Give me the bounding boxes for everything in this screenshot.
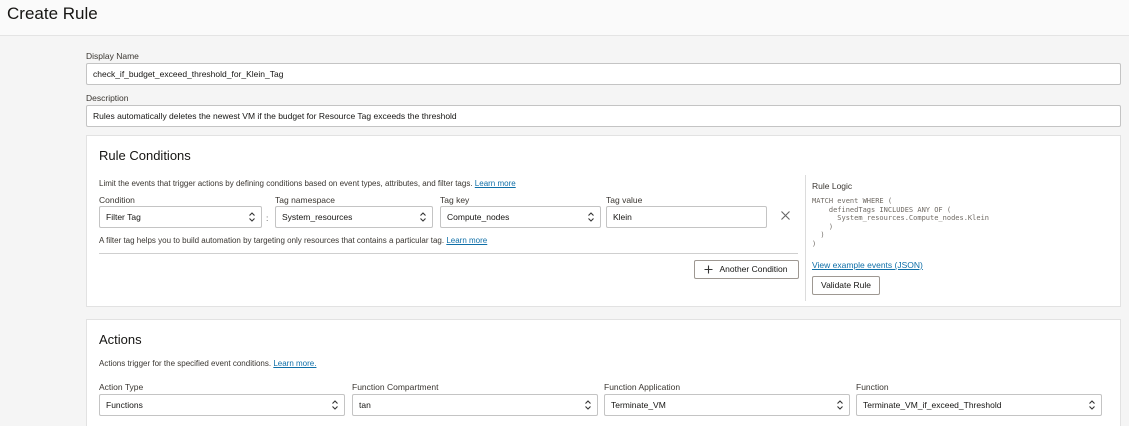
rule-logic-line: ): [812, 231, 825, 239]
actions-help: Actions trigger for the specified event …: [99, 359, 316, 368]
another-condition-button[interactable]: Another Condition: [694, 260, 799, 279]
tag-namespace-select[interactable]: System_resources: [275, 206, 433, 228]
rule-logic-line: System_resources.Compute_nodes.Klein: [812, 214, 990, 222]
another-condition-label: Another Condition: [719, 264, 788, 274]
tag-namespace-label: Tag namespace: [275, 195, 336, 205]
display-name-label: Display Name: [86, 51, 139, 61]
condition-select[interactable]: Filter Tag: [99, 206, 262, 228]
view-example-events-link[interactable]: View example events (JSON): [812, 260, 923, 270]
description-input[interactable]: Rules automatically deletes the newest V…: [86, 105, 1121, 127]
page-header: Create Rule: [0, 0, 1129, 36]
action-type-value: Functions: [106, 400, 143, 410]
function-value: Terminate_VM_if_exceed_Threshold: [863, 400, 1002, 410]
tag-value-label: Tag value: [606, 195, 643, 205]
chevron-up-down-icon: [585, 400, 591, 410]
tag-key-value: Compute_nodes: [447, 212, 510, 222]
conditions-divider: [99, 253, 798, 254]
tag-separator: :: [266, 213, 269, 223]
function-application-label: Function Application: [604, 382, 681, 392]
filter-tag-help: A filter tag helps you to build automati…: [99, 236, 487, 245]
chevron-up-down-icon: [588, 212, 594, 222]
condition-label: Condition: [99, 195, 135, 205]
tag-key-label: Tag key: [440, 195, 470, 205]
page-title: Create Rule: [7, 4, 98, 23]
actions-title: Actions: [99, 332, 142, 347]
chevron-up-down-icon: [837, 400, 843, 410]
condition-select-value: Filter Tag: [106, 212, 141, 222]
rule-conditions-panel: Rule Conditions Limit the events that tr…: [86, 135, 1121, 307]
validate-rule-button[interactable]: Validate Rule: [812, 276, 880, 295]
chevron-up-down-icon: [249, 212, 255, 222]
function-compartment-label: Function Compartment: [352, 382, 439, 392]
close-icon[interactable]: [780, 210, 791, 221]
filter-tag-help-text: A filter tag helps you to build automati…: [99, 236, 445, 245]
rule-conditions-help: Limit the events that trigger actions by…: [99, 179, 516, 188]
rule-conditions-help-text: Limit the events that trigger actions by…: [99, 179, 473, 188]
rule-logic-code: MATCH event WHERE ( definedTags INCLUDES…: [812, 197, 989, 248]
display-name-input[interactable]: check_if_budget_exceed_threshold_for_Kle…: [86, 63, 1121, 85]
actions-learn-more-link[interactable]: Learn more.: [273, 359, 316, 368]
rule-logic-divider: [805, 175, 806, 301]
chevron-up-down-icon: [1089, 400, 1095, 410]
function-select[interactable]: Terminate_VM_if_exceed_Threshold: [856, 394, 1102, 416]
chevron-up-down-icon: [332, 400, 338, 410]
function-label: Function: [856, 382, 889, 392]
rule-conditions-learn-more-link[interactable]: Learn more: [475, 179, 516, 188]
plus-icon: [704, 265, 713, 274]
actions-panel: Actions Actions trigger for the specifie…: [86, 319, 1121, 426]
action-type-select[interactable]: Functions: [99, 394, 345, 416]
actions-help-text: Actions trigger for the specified event …: [99, 359, 272, 368]
tag-namespace-value: System_resources: [282, 212, 353, 222]
rule-logic-line: ): [812, 239, 817, 248]
rule-logic-line: ): [812, 222, 834, 231]
function-application-value: Terminate_VM: [611, 400, 666, 410]
rule-logic-line: MATCH event WHERE (: [812, 197, 893, 205]
rule-logic-title: Rule Logic: [812, 181, 853, 191]
filter-tag-learn-more-link[interactable]: Learn more: [446, 236, 487, 245]
description-label: Description: [86, 93, 129, 103]
rule-logic-line: definedTags INCLUDES ANY OF (: [812, 205, 952, 214]
function-compartment-value: tan: [359, 400, 371, 410]
function-compartment-select[interactable]: tan: [352, 394, 598, 416]
chevron-up-down-icon: [420, 212, 426, 222]
rule-conditions-title: Rule Conditions: [99, 148, 191, 163]
tag-value-input[interactable]: Klein: [606, 206, 767, 228]
tag-key-select[interactable]: Compute_nodes: [440, 206, 601, 228]
function-application-select[interactable]: Terminate_VM: [604, 394, 850, 416]
action-type-label: Action Type: [99, 382, 144, 392]
